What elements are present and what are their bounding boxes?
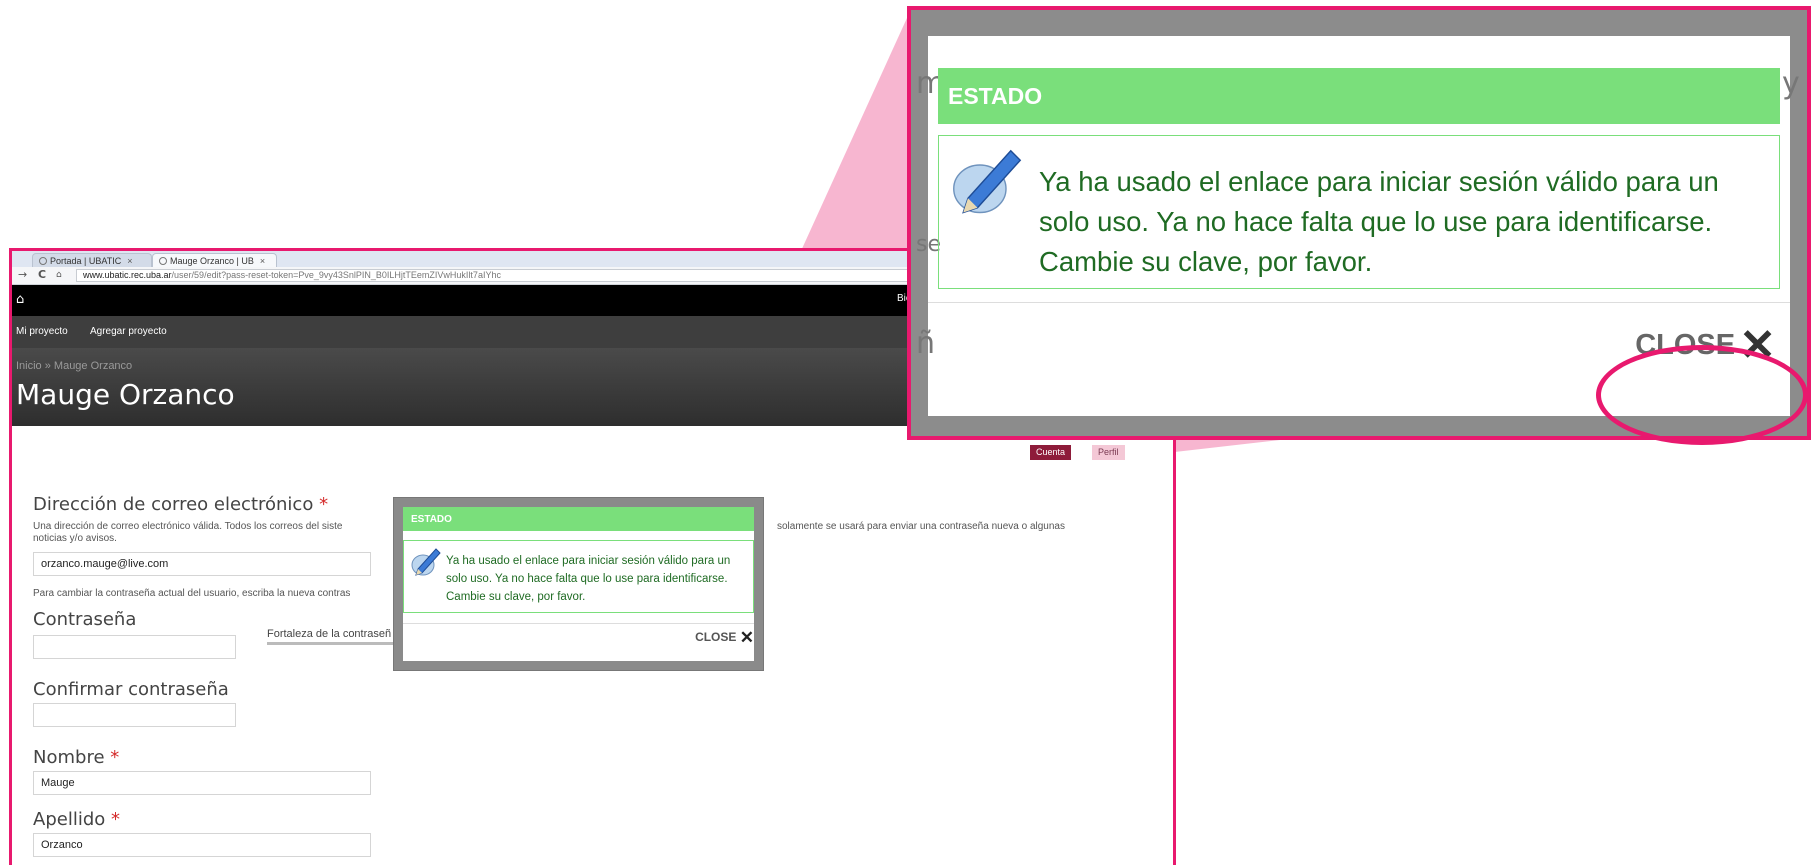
tab-close-icon[interactable]: × xyxy=(127,256,132,266)
url-host: www.ubatic.rec.uba.ar xyxy=(83,270,172,280)
confirm-password-label: Confirmar contraseña xyxy=(33,679,229,700)
nav-agregar-proyecto[interactable]: Agregar proyecto xyxy=(90,326,167,337)
background-text-fragment: ñ xyxy=(916,326,936,361)
breadcrumb[interactable]: Inicio » Mauge Orzanco xyxy=(16,360,132,372)
nombre-label-text: Nombre xyxy=(33,747,105,768)
apellido-label: Apellido * xyxy=(33,809,120,830)
nav-mi-proyecto[interactable]: Mi proyecto xyxy=(16,326,68,337)
status-message-box: Ya ha usado el enlace para iniciar sesió… xyxy=(403,540,754,613)
favicon-icon xyxy=(159,257,167,265)
apellido-field[interactable]: Orzanco xyxy=(33,833,371,857)
close-label: CLOSE xyxy=(695,630,737,644)
background-text-fragment: y xyxy=(1782,66,1800,101)
confirm-password-field[interactable] xyxy=(33,703,236,727)
zoomed-status-message: Ya ha usado el enlace para iniciar sesió… xyxy=(1039,166,1719,277)
email-field[interactable]: orzanco.mauge@live.com xyxy=(33,552,371,576)
email-label-text: Dirección de correo electrónico xyxy=(33,494,314,515)
page-title: Mauge Orzanco xyxy=(16,378,235,411)
zoomed-message-box: Ya ha usado el enlace para iniciar sesió… xyxy=(938,135,1780,289)
apellido-label-text: Apellido xyxy=(33,809,106,830)
browser-tab-mauge[interactable]: Mauge Orzanco | UB × xyxy=(152,253,277,267)
reload-icon[interactable]: C xyxy=(38,268,46,281)
pen-icon xyxy=(953,149,1022,214)
status-message: Ya ha usado el enlace para iniciar sesió… xyxy=(446,555,731,603)
email-desc-left: Una dirección de correo electrónico váli… xyxy=(33,521,343,532)
required-mark: * xyxy=(110,747,120,768)
required-mark: * xyxy=(319,494,329,515)
nombre-label: Nombre * xyxy=(33,747,119,768)
home-icon[interactable]: ⌂ xyxy=(56,270,62,280)
tab-label: Portada | UBATIC xyxy=(50,256,122,266)
status-modal-body: ESTADO Ya ha usado el enlace para inicia… xyxy=(403,507,754,661)
url-path: /user/59/edit?pass-reset-token=Pve_9vy43… xyxy=(171,270,501,280)
password-field[interactable] xyxy=(33,635,236,659)
favicon-icon xyxy=(39,257,47,265)
forward-icon[interactable]: → xyxy=(18,268,27,281)
modal-divider xyxy=(403,623,754,624)
close-icon: ✕ xyxy=(739,628,754,647)
password-strength-meter: Fortaleza de la contraseñ xyxy=(267,628,412,645)
email-desc-right: solamente se usará para enviar una contr… xyxy=(777,521,1065,532)
tab-close-icon[interactable]: × xyxy=(260,256,265,266)
zoomed-modal-header: ESTADO xyxy=(938,68,1780,124)
zoomed-status-modal: m y se ñ ESTADO Ya ha usado el enlace pa… xyxy=(907,6,1811,445)
home-icon[interactable]: ⌂ xyxy=(16,292,24,307)
status-modal: ESTADO Ya ha usado el enlace para inicia… xyxy=(393,497,764,671)
tab-cuenta[interactable]: Cuenta xyxy=(1030,445,1072,460)
highlight-ring xyxy=(1596,345,1808,445)
tab-label: Mauge Orzanco | UB xyxy=(170,256,254,266)
browser-tab-portada[interactable]: Portada | UBATIC × xyxy=(32,253,152,267)
password-label: Contraseña xyxy=(33,609,137,630)
close-button[interactable]: CLOSE ✕ xyxy=(695,628,754,648)
email-label: Dirección de correo electrónico * xyxy=(33,494,328,515)
status-modal-header: ESTADO xyxy=(403,507,754,531)
nombre-field[interactable]: Mauge xyxy=(33,771,371,795)
tab-perfil[interactable]: Perfil xyxy=(1092,445,1125,460)
required-mark: * xyxy=(111,809,120,830)
modal-divider xyxy=(928,302,1790,303)
pen-icon xyxy=(411,548,441,576)
